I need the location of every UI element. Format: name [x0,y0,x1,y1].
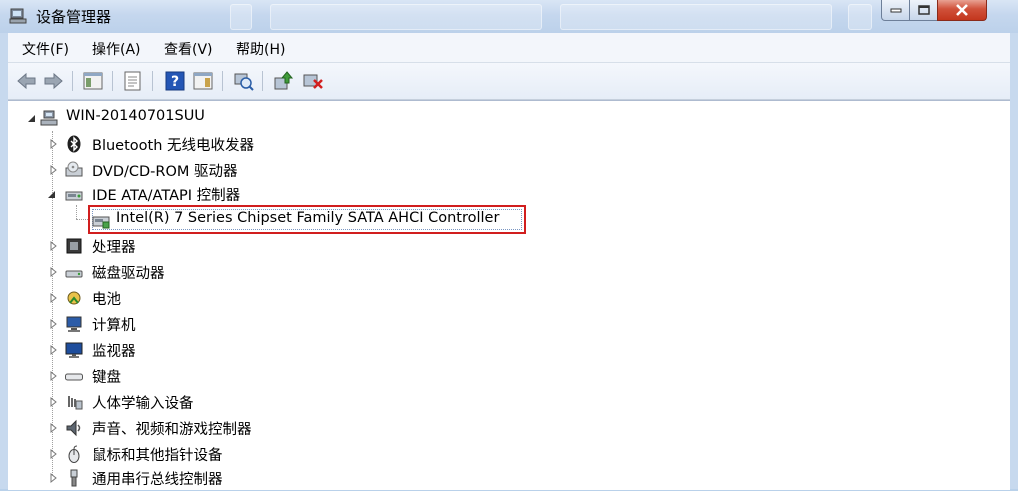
tree-item-label: IDE ATA/ATAPI 控制器 [92,188,241,204]
menu-view[interactable]: 查看(V) [164,39,213,59]
tree-item-sata-ahci-controller[interactable]: Intel(R) 7 Series Chipset Family SATA AH… [88,207,524,233]
tree-connector [76,205,77,219]
expand-triangle-icon[interactable] [48,318,60,330]
tree-item-processor[interactable]: 处理器 [8,233,408,259]
minimize-button[interactable] [881,0,911,21]
device-manager-icon [8,6,28,26]
window-title: 设备管理器 [36,8,112,26]
mouse-icon [65,445,83,463]
tree-item-computer[interactable]: 计算机 [8,311,408,337]
sound-icon [65,419,83,437]
tree-item-label: DVD/CD-ROM 驱动器 [92,164,238,180]
tree-item-label: 人体学输入设备 [92,396,194,412]
background-tab [848,4,872,30]
expand-triangle-icon[interactable] [48,266,60,278]
uninstall-device-icon[interactable] [302,70,324,92]
expand-triangle-icon[interactable] [48,422,60,434]
device-tree: WIN-20140701SUU Bluetooth 无线电收发器 DVD/CD-… [8,100,1010,490]
bluetooth-icon [65,135,83,153]
svg-text:?: ? [171,74,179,90]
controller-device-icon [92,211,110,229]
expand-triangle-icon[interactable] [48,370,60,382]
background-tab [270,4,542,30]
properties-icon[interactable] [122,70,144,92]
collapse-triangle-icon[interactable] [46,188,58,200]
tree-item-label: 声音、视频和游戏控制器 [92,422,252,438]
monitor-icon [65,341,83,359]
tree-item-label: 鼠标和其他指针设备 [92,448,223,464]
tree-item-label: Intel(R) 7 Series Chipset Family SATA AH… [116,210,500,226]
tree-item-label: 通用串行总线控制器 [92,472,223,488]
expand-triangle-icon[interactable] [48,240,60,252]
expand-triangle-icon[interactable] [48,396,60,408]
forward-arrow-icon[interactable] [42,70,64,92]
disk-drive-icon [65,263,83,281]
background-tab [230,4,252,30]
battery-icon [65,289,83,307]
collapse-triangle-icon[interactable] [26,112,38,124]
ide-controller-icon [65,185,83,203]
processor-icon [65,237,83,255]
back-arrow-icon[interactable] [16,70,38,92]
tree-item-label: 磁盘驱动器 [92,266,165,282]
expand-triangle-icon[interactable] [48,164,60,176]
update-driver-icon[interactable] [272,70,294,92]
tree-item-label: Bluetooth 无线电收发器 [92,138,254,154]
title-bar: 设备管理器 [0,0,1018,34]
tree-item-hid[interactable]: 人体学输入设备 [8,389,408,415]
expand-triangle-icon[interactable] [48,344,60,356]
expand-triangle-icon[interactable] [48,448,60,460]
tree-item-label: 监视器 [92,344,136,360]
tree-item-keyboard[interactable]: 键盘 [8,363,408,389]
toolbar-separator [222,71,223,91]
show-hide-tree-icon[interactable] [82,70,104,92]
tree-item-sound[interactable]: 声音、视频和游戏控制器 [8,415,408,441]
keyboard-icon [65,367,83,385]
tree-item-label: 电池 [92,292,121,308]
toolbar-separator [262,71,263,91]
computer-root-icon [40,109,58,127]
root-label: WIN-20140701SUU [66,108,205,124]
usb-icon [65,469,83,487]
window-frame-right [1010,33,1018,489]
tree-item-disk-drives[interactable]: 磁盘驱动器 [8,259,408,285]
tree-item-usb[interactable]: 通用串行总线控制器 [8,465,408,491]
computer-icon [65,315,83,333]
toolbar: ? [8,63,1010,100]
help-icon[interactable]: ? [164,70,186,92]
tree-item-monitor[interactable]: 监视器 [8,337,408,363]
action-pane-icon[interactable] [192,70,214,92]
toolbar-separator [72,71,73,91]
close-button[interactable] [937,0,987,21]
tree-connector [76,219,88,220]
tree-item-bluetooth[interactable]: Bluetooth 无线电收发器 [8,131,408,157]
toolbar-separator [112,71,113,91]
menu-bar: 文件(F) 操作(A) 查看(V) 帮助(H) [8,33,1010,63]
tree-item-label: 计算机 [92,318,136,334]
dvd-drive-icon [65,161,83,179]
background-tab [560,4,832,30]
scan-hardware-icon[interactable] [232,70,254,92]
expand-triangle-icon[interactable] [48,472,60,484]
tree-item-label: 处理器 [92,240,136,256]
tree-item-dvd[interactable]: DVD/CD-ROM 驱动器 [8,157,408,183]
tree-root[interactable]: WIN-20140701SUU [8,105,408,131]
expand-triangle-icon[interactable] [48,292,60,304]
tree-item-battery[interactable]: 电池 [8,285,408,311]
menu-action[interactable]: 操作(A) [92,39,141,59]
maximize-button[interactable] [909,0,939,21]
tree-item-label: 键盘 [92,370,121,386]
tree-item-mouse[interactable]: 鼠标和其他指针设备 [8,441,408,467]
menu-file[interactable]: 文件(F) [22,39,69,59]
expand-triangle-icon[interactable] [48,138,60,150]
menu-help[interactable]: 帮助(H) [236,39,285,59]
window-frame-left [0,33,8,489]
tree-item-ide[interactable]: IDE ATA/ATAPI 控制器 [8,181,408,207]
toolbar-separator [152,71,153,91]
hid-icon [65,393,83,411]
